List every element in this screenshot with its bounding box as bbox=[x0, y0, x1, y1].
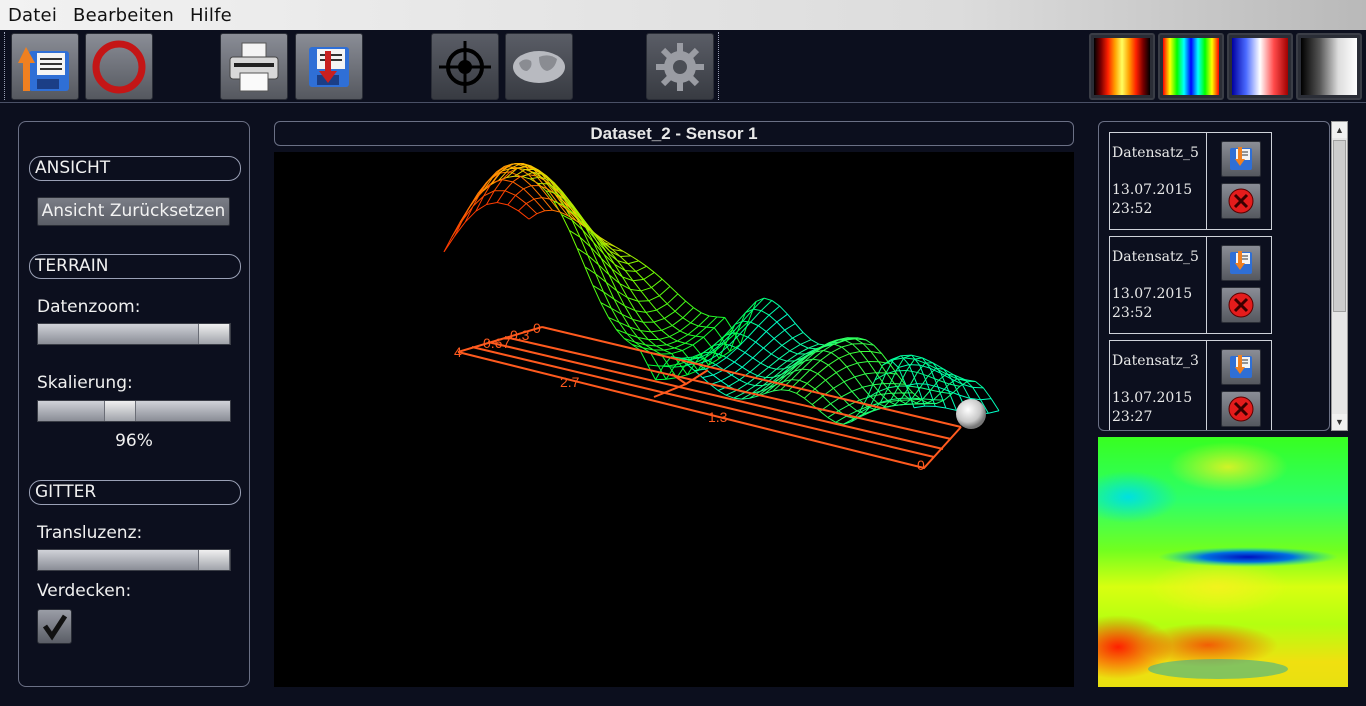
verdecken-label: Verdecken: bbox=[37, 581, 132, 601]
dataset-card[interactable]: Datensatz_3 13.07.2015 23:27 bbox=[1109, 340, 1272, 430]
save-export-button[interactable] bbox=[11, 33, 79, 100]
dataset-timestamp: 13.07.2015 23:27 bbox=[1112, 390, 1193, 425]
world-map-button[interactable] bbox=[505, 33, 573, 100]
target-button[interactable] bbox=[431, 33, 499, 100]
dataset-card[interactable]: Datensatz_5 13.07.2015 23:52 bbox=[1109, 236, 1272, 334]
gear-icon bbox=[656, 42, 704, 91]
wireframe-mesh bbox=[443, 162, 1000, 425]
crosshair-icon bbox=[439, 40, 491, 93]
menu-datei[interactable]: Datei bbox=[8, 5, 57, 26]
delete-icon bbox=[1228, 188, 1254, 214]
section-terrain: TERRAIN bbox=[29, 254, 241, 279]
dataset-name: Datensatz_5 bbox=[1112, 249, 1199, 265]
axis-tick-label: 0 bbox=[917, 457, 925, 473]
dataset-card[interactable]: Datensatz_5 13.07.2015 23:52 bbox=[1109, 132, 1272, 230]
view-title: Dataset_2 - Sensor 1 bbox=[274, 121, 1074, 146]
skalierung-value: 96% bbox=[115, 431, 153, 451]
slider-thumb[interactable] bbox=[198, 550, 230, 570]
axis-tick-label: 0 bbox=[533, 320, 541, 336]
heatmap-preview[interactable] bbox=[1098, 437, 1348, 687]
datenzoom-label: Datenzoom: bbox=[37, 297, 141, 317]
floppy-load-icon bbox=[1230, 147, 1252, 170]
printer-icon bbox=[229, 42, 279, 91]
cancel-ring-icon bbox=[92, 40, 146, 93]
dataset-name: Datensatz_5 bbox=[1112, 145, 1199, 161]
scroll-up-arrow-icon[interactable]: ▲ bbox=[1332, 122, 1347, 138]
skalierung-label: Skalierung: bbox=[37, 373, 133, 393]
floppy-load-icon bbox=[1230, 251, 1252, 274]
palette-grayscale-button[interactable] bbox=[1296, 33, 1362, 100]
scroll-thumb[interactable] bbox=[1333, 140, 1346, 312]
import-icon bbox=[309, 46, 349, 87]
axis-tick-label: 2.7 bbox=[560, 374, 580, 390]
world-map-icon bbox=[513, 50, 565, 83]
3d-viewport[interactable]: 4 0.67 0.3 0 2.7 1.3 0 bbox=[274, 152, 1074, 687]
section-gitter: GITTER bbox=[29, 480, 241, 505]
floppy-load-icon bbox=[1230, 355, 1252, 378]
slider-thumb[interactable] bbox=[198, 324, 230, 344]
scroll-down-arrow-icon[interactable]: ▼ bbox=[1332, 414, 1347, 430]
dataset-load-button[interactable] bbox=[1221, 141, 1261, 177]
skalierung-slider[interactable] bbox=[37, 400, 231, 422]
palette-heat-button[interactable] bbox=[1089, 33, 1155, 100]
verdecken-checkbox[interactable] bbox=[37, 609, 72, 644]
dataset-scrollbar[interactable]: ▲ ▼ bbox=[1331, 121, 1348, 431]
terrain-wireframe[interactable]: 4 0.67 0.3 0 2.7 1.3 0 bbox=[274, 152, 1074, 687]
palette-bwr-button[interactable] bbox=[1227, 33, 1293, 100]
save-export-icon bbox=[18, 46, 69, 91]
transluzenz-slider[interactable] bbox=[37, 549, 231, 571]
dataset-load-button[interactable] bbox=[1221, 245, 1261, 281]
transluzenz-label: Transluzenz: bbox=[37, 523, 143, 543]
checkmark-icon bbox=[42, 614, 67, 640]
axis-tick-label: 0.3 bbox=[510, 327, 530, 343]
heatmap-image bbox=[1098, 437, 1348, 687]
axis-tick-label: 0.67 bbox=[483, 335, 510, 351]
section-ansicht: ANSICHT bbox=[29, 156, 241, 181]
delete-icon bbox=[1228, 396, 1254, 422]
slider-thumb[interactable] bbox=[104, 401, 136, 421]
axis-frame: 4 0.67 0.3 0 2.7 1.3 0 bbox=[454, 320, 962, 473]
dataset-timestamp: 13.07.2015 23:52 bbox=[1112, 182, 1193, 217]
dataset-delete-button[interactable] bbox=[1221, 183, 1261, 219]
menu-hilfe[interactable]: Hilfe bbox=[190, 5, 232, 26]
dataset-timestamp: 13.07.2015 23:52 bbox=[1112, 286, 1193, 321]
axis-tick-label: 1.3 bbox=[708, 409, 728, 425]
menu-bearbeiten[interactable]: Bearbeiten bbox=[73, 5, 174, 26]
dataset-delete-button[interactable] bbox=[1221, 287, 1261, 323]
toolbar bbox=[0, 30, 1366, 103]
toolbar-separator bbox=[4, 32, 6, 100]
print-button[interactable] bbox=[220, 33, 288, 100]
reset-view-button[interactable]: Ansicht Zurücksetzen bbox=[37, 197, 230, 226]
cancel-button[interactable] bbox=[85, 33, 153, 100]
light-source-sphere[interactable] bbox=[956, 399, 986, 429]
delete-icon bbox=[1228, 292, 1254, 318]
datenzoom-slider[interactable] bbox=[37, 323, 231, 345]
toolbar-separator bbox=[718, 32, 720, 100]
dataset-list: Datensatz_5 13.07.2015 23:52 Datensatz_5 … bbox=[1098, 121, 1330, 431]
menu-bar: Datei Bearbeiten Hilfe bbox=[0, 0, 1366, 30]
axis-tick-label: 4 bbox=[454, 344, 462, 360]
dataset-load-button[interactable] bbox=[1221, 349, 1261, 385]
settings-button[interactable] bbox=[646, 33, 714, 100]
settings-panel: ANSICHT Ansicht Zurücksetzen TERRAIN Dat… bbox=[18, 121, 250, 687]
import-button[interactable] bbox=[295, 33, 363, 100]
dataset-delete-button[interactable] bbox=[1221, 391, 1261, 427]
dataset-name: Datensatz_3 bbox=[1112, 353, 1199, 369]
palette-rainbow-button[interactable] bbox=[1158, 33, 1224, 100]
